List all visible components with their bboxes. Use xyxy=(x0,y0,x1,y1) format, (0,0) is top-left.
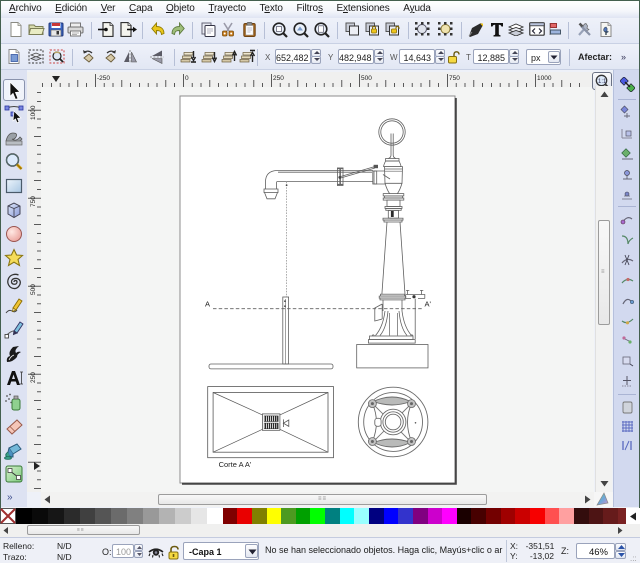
svg-text:750: 750 xyxy=(30,196,37,207)
svg-text:250: 250 xyxy=(30,372,37,383)
svg-text:500: 500 xyxy=(361,75,372,82)
svg-text:A: A xyxy=(205,300,210,309)
svg-text:-250: -250 xyxy=(97,75,110,82)
svg-text:Corte A A': Corte A A' xyxy=(219,460,252,469)
svg-text:250: 250 xyxy=(273,75,284,82)
svg-text:500: 500 xyxy=(30,284,37,295)
svg-text:0: 0 xyxy=(185,75,189,82)
svg-text:750: 750 xyxy=(449,75,460,82)
svg-text:1000: 1000 xyxy=(30,105,37,120)
svg-text:1:1: 1:1 xyxy=(598,79,607,85)
svg-text:A': A' xyxy=(425,300,432,309)
svg-text:1000: 1000 xyxy=(537,75,552,82)
